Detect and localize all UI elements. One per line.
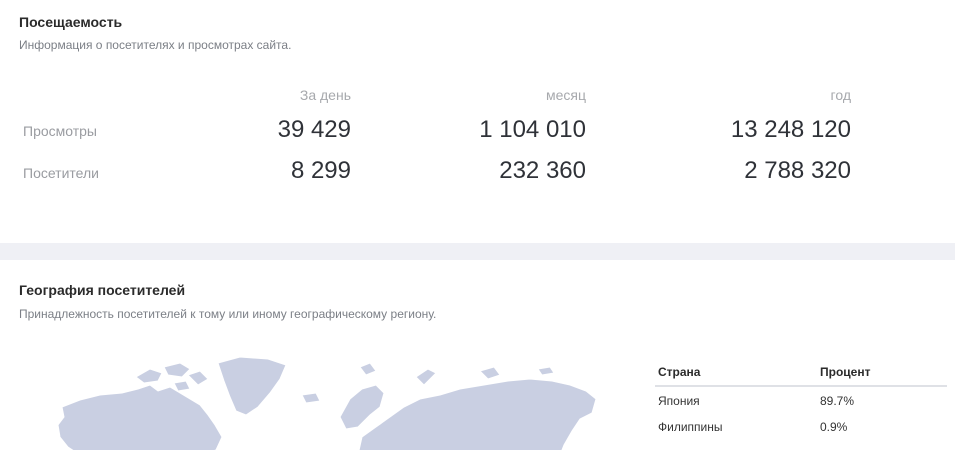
header-percent[interactable]: Процент xyxy=(820,365,870,379)
map-region-svalbard xyxy=(359,362,377,376)
map-region-arctic-islands-2 xyxy=(163,362,191,378)
geography-title: География посетителей xyxy=(19,282,186,298)
percent-cell: 0.9% xyxy=(820,420,848,434)
map-region-north-america xyxy=(57,384,223,450)
attendance-title: Посещаемость xyxy=(19,14,123,30)
map-region-arctic-islands-4 xyxy=(173,380,191,392)
map-region-eurasia xyxy=(358,378,597,450)
geography-card: География посетителей Принадлежность пос… xyxy=(0,260,955,450)
column-header-day: За день xyxy=(299,87,351,103)
percent-cell: 89.7% xyxy=(820,394,855,408)
map-region-scandinavia xyxy=(339,384,385,430)
country-cell: Япония xyxy=(658,394,700,408)
visitors-year-value: 2 788 320 xyxy=(744,157,851,184)
header-country[interactable]: Страна xyxy=(658,365,700,379)
map-region-arctic-islands-3 xyxy=(187,370,209,386)
views-month-value: 1 104 010 xyxy=(479,116,586,143)
geography-table: Страна Процент Япония 89.7% Филиппины 0.… xyxy=(655,360,947,439)
map-region-greenland xyxy=(217,356,287,416)
section-separator xyxy=(0,243,955,260)
map-region-novaya-zemlya xyxy=(415,368,437,386)
views-day-value: 39 429 xyxy=(277,116,351,143)
table-row: Филиппины 0.9% xyxy=(655,413,947,439)
attendance-card: Посещаемость Информация о посетителях и … xyxy=(0,0,955,243)
map-region-iceland xyxy=(301,392,321,404)
geography-subtitle: Принадлежность посетителей к тому или ин… xyxy=(19,307,437,321)
column-header-month: месяц xyxy=(545,87,586,103)
map-region-severnaya-zemlya xyxy=(479,366,501,380)
map-region-arctic-islands-1 xyxy=(135,368,163,384)
country-cell: Филиппины xyxy=(658,420,723,434)
table-row: Япония 89.7% xyxy=(655,387,947,413)
visitors-day-value: 8 299 xyxy=(290,157,351,184)
views-year-value: 13 248 120 xyxy=(730,116,851,143)
map-region-new-siberian-islands xyxy=(537,366,555,376)
row-label-views: Просмотры xyxy=(23,123,97,139)
world-map[interactable] xyxy=(40,355,600,450)
row-label-visitors: Посетители xyxy=(23,165,99,181)
visitors-month-value: 232 360 xyxy=(499,157,586,184)
attendance-subtitle: Информация о посетителях и просмотрах са… xyxy=(19,38,292,52)
column-header-year: год xyxy=(830,87,851,103)
geography-table-header: Страна Процент xyxy=(655,360,947,387)
